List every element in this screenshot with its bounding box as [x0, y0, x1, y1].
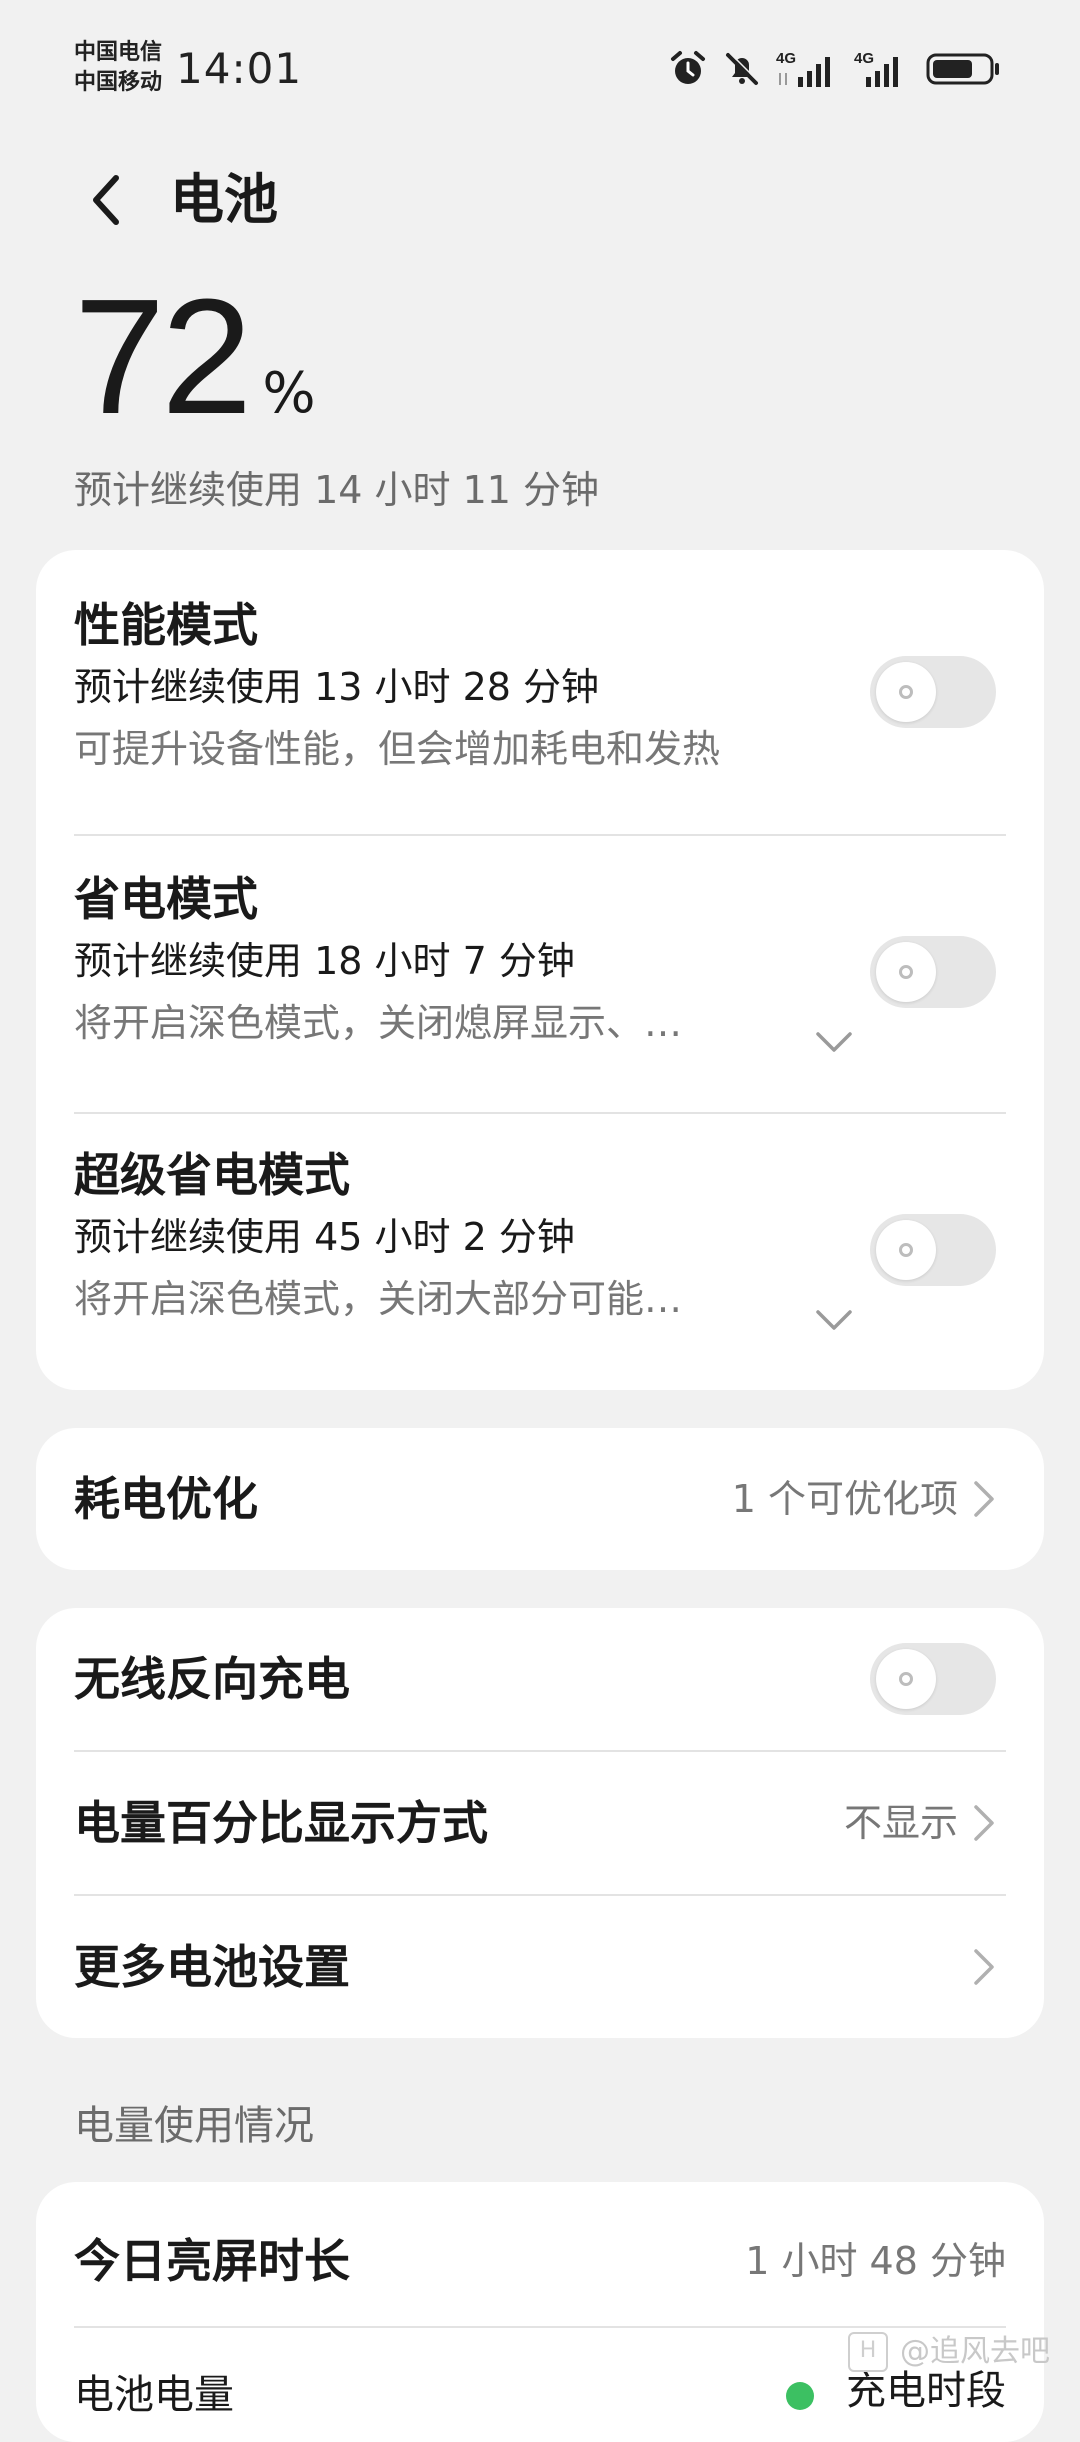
divider — [74, 1750, 1006, 1752]
watermark-logo-icon: H — [848, 2332, 888, 2372]
divider — [74, 1112, 1006, 1114]
performance-mode-estimate: 预计继续使用 13 小时 28 分钟 — [74, 665, 600, 709]
usage-section-header: 电量使用情况 — [74, 2103, 314, 2149]
charging-legend-dot — [786, 2382, 814, 2410]
battery-usage-card: 今日亮屏时长 1 小时 48 分钟 电池电量 充电时段 — [36, 2182, 1044, 2442]
toggle-knob — [876, 1220, 936, 1280]
performance-mode-description: 可提升设备性能，但会增加耗电和发热 — [74, 727, 721, 771]
network-type-2-label: 4G — [854, 50, 874, 67]
performance-mode-title: 性能模式 — [74, 598, 258, 652]
super-power-saving-mode-description: 将开启深色模式，关闭大部分可能… — [74, 1277, 683, 1321]
screen-time-value: 1 小时 48 分钟 — [745, 2239, 1006, 2283]
page-header: 电池 — [0, 150, 1080, 250]
power-saving-mode-estimate: 预计继续使用 18 小时 7 分钟 — [74, 939, 575, 983]
super-power-saving-mode-estimate: 预计继续使用 45 小时 2 分钟 — [74, 1215, 575, 1259]
divider — [74, 1894, 1006, 1896]
toggle-knob — [876, 942, 936, 1002]
super-power-saving-mode-row[interactable]: 超级省电模式 预计继续使用 45 小时 2 分钟 将开启深色模式，关闭大部分可能… — [74, 1146, 1006, 1346]
performance-mode-row[interactable]: 性能模式 预计继续使用 13 小时 28 分钟 可提升设备性能，但会增加耗电和发… — [74, 596, 1006, 796]
power-modes-card: 性能模式 预计继续使用 13 小时 28 分钟 可提升设备性能，但会增加耗电和发… — [36, 550, 1044, 1390]
more-battery-settings-row[interactable]: 更多电池设置 — [74, 1938, 1006, 1996]
super-power-saving-mode-toggle[interactable] — [870, 1214, 996, 1286]
carrier-2: 中国移动 — [74, 70, 163, 95]
more-battery-settings-label: 更多电池设置 — [74, 1940, 350, 1994]
wireless-reverse-charging-row[interactable]: 无线反向充电 — [74, 1650, 1006, 1708]
divider — [74, 2326, 1006, 2328]
battery-icon-fill — [933, 60, 972, 78]
battery-percentage-display-value: 不显示 — [843, 1801, 958, 1845]
signal-4g-icon: 4G — [776, 49, 840, 89]
carrier-info: 中国电信 中国移动 — [74, 38, 162, 98]
battery-level: 72 % — [74, 265, 974, 448]
chevron-right-icon — [974, 1949, 994, 1985]
super-power-saving-mode-title: 超级省电模式 — [74, 1148, 350, 1202]
chevron-down-icon[interactable] — [814, 1308, 854, 1332]
page-title: 电池 — [170, 168, 278, 231]
chevron-right-icon — [974, 1481, 994, 1517]
divider — [74, 834, 1006, 836]
power-saving-mode-title: 省电模式 — [74, 872, 258, 926]
battery-remaining-time: 预计继续使用 14 小时 11 分钟 — [74, 468, 600, 512]
power-saving-mode-row[interactable]: 省电模式 预计继续使用 18 小时 7 分钟 将开启深色模式，关闭熄屏显示、… — [74, 870, 1006, 1070]
toggle-knob — [876, 662, 936, 722]
performance-mode-toggle[interactable] — [870, 656, 996, 728]
toggle-knob — [876, 1649, 936, 1709]
mute-bell-icon — [722, 49, 762, 89]
back-button[interactable] — [74, 168, 138, 232]
battery-settings-card: 无线反向充电 电量百分比显示方式 不显示 更多电池设置 — [36, 1608, 1044, 2038]
watermark-text: @追风去吧 — [900, 2334, 1050, 2369]
battery-summary: 72 % 预计继续使用 14 小时 11 分钟 — [74, 265, 974, 514]
signal-4g-icon: 4G — [854, 49, 912, 89]
power-optimization-value: 1 个可优化项 — [731, 1477, 958, 1521]
battery-percentage-value: 72 — [74, 265, 252, 448]
power-optimization-card[interactable]: 耗电优化 1 个可优化项 — [36, 1428, 1044, 1570]
battery-percentage-unit: % — [262, 361, 316, 426]
back-arrow-icon — [93, 175, 119, 225]
carrier-1: 中国电信 — [74, 40, 163, 65]
watermark: H @追风去吧 — [848, 2332, 1050, 2372]
wireless-reverse-charging-toggle[interactable] — [870, 1643, 996, 1715]
chevron-right-icon — [974, 1805, 994, 1841]
chevron-down-icon[interactable] — [814, 1030, 854, 1054]
power-saving-mode-description: 将开启深色模式，关闭熄屏显示、… — [74, 1001, 683, 1045]
status-time: 14:01 — [176, 44, 303, 93]
status-icons: 4G 4G — [668, 44, 1002, 94]
status-bar: 中国电信 中国移动 14:01 4G 4G — [0, 0, 1080, 130]
wireless-reverse-charging-label: 无线反向充电 — [74, 1652, 350, 1706]
network-type-1-label: 4G — [776, 50, 796, 67]
battery-icon — [926, 49, 1002, 89]
power-saving-mode-toggle[interactable] — [870, 936, 996, 1008]
alarm-icon — [668, 49, 708, 89]
